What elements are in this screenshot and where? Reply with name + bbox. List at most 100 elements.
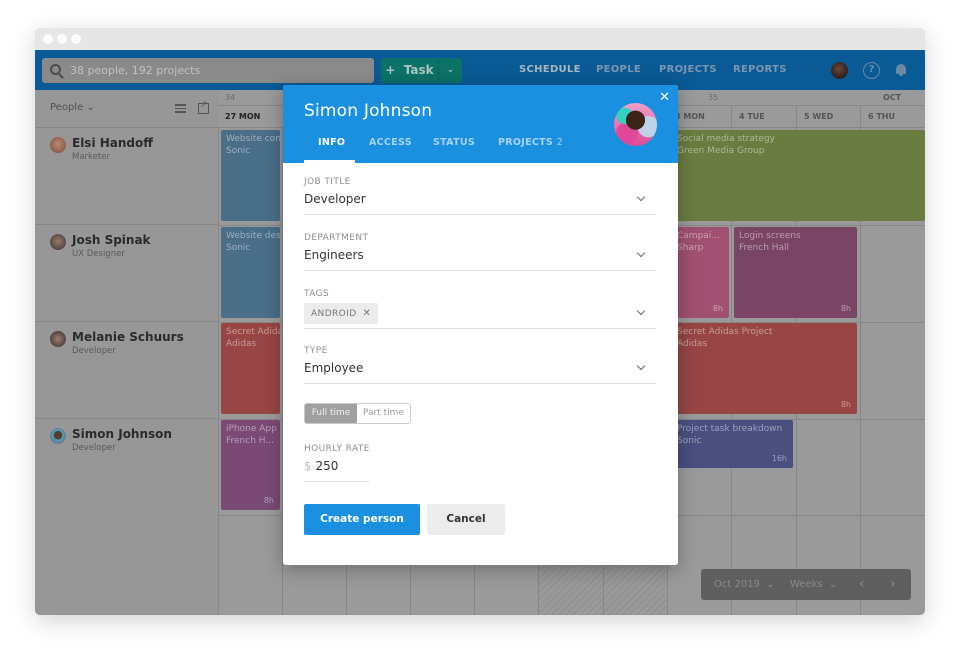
task-block[interactable]: Campai... Sharp 8h <box>669 227 729 318</box>
create-person-button[interactable]: Create person <box>304 504 420 535</box>
top-bar: 38 people, 192 projects + Task ⌄ SCHEDUL… <box>35 50 925 90</box>
avatar <box>50 137 66 153</box>
person-name[interactable]: Elsi Handoff <box>72 136 153 150</box>
view-dropdown[interactable]: Weeks ⌄ <box>790 569 837 600</box>
avatar <box>50 331 66 347</box>
department-select[interactable]: Engineers <box>304 248 656 266</box>
hourly-rate-field[interactable]: HOURLY RATE $ 250 <box>304 444 369 482</box>
task-hours: 16h <box>771 454 787 463</box>
period-label: Oct 2019 <box>714 579 760 590</box>
type-select[interactable]: Employee <box>304 361 656 379</box>
external-link-icon[interactable] <box>198 100 209 114</box>
task-title: Secret Adidas <box>226 327 280 337</box>
modal-header: Simon Johnson ✕ INFO ACCESS STATUS PROJE… <box>283 85 678 163</box>
tab-access[interactable]: ACCESS <box>369 137 412 148</box>
person-name[interactable]: Melanie Schuurs <box>72 330 184 344</box>
add-task-button[interactable]: + Task ⌄ <box>381 58 462 83</box>
task-block[interactable]: Website desig Sonic <box>221 227 280 318</box>
task-client: Sonic <box>226 243 251 253</box>
tab-projects-count: 2 <box>556 137 564 148</box>
modal-title: Simon Johnson <box>304 101 433 121</box>
help-icon[interactable]: ? <box>863 62 880 79</box>
tag-chip[interactable]: ANDROID ✕ <box>304 303 379 324</box>
task-block[interactable]: Project task breakdown Sonic 16h <box>669 420 793 468</box>
field-label: HOURLY RATE <box>304 444 370 454</box>
nav-projects[interactable]: PROJECTS <box>659 50 717 90</box>
plus-icon: + <box>385 63 396 77</box>
task-client: French Hall <box>739 243 790 253</box>
part-time-option[interactable]: Part time <box>357 404 410 423</box>
task-block[interactable]: Website conte Sonic <box>221 130 280 221</box>
employment-toggle: Full time Part time <box>304 403 411 424</box>
hourly-rate-input[interactable]: $ 250 <box>304 459 369 477</box>
nav-reports[interactable]: REPORTS <box>733 50 787 90</box>
job-title-field[interactable]: JOB TITLE Developer <box>304 177 656 215</box>
view-label: Weeks <box>790 579 823 590</box>
search-input[interactable]: 38 people, 192 projects <box>42 58 374 83</box>
bell-icon[interactable] <box>895 63 907 76</box>
person-row[interactable]: Josh Spinak UX Designer <box>35 225 218 322</box>
tab-projects-label: PROJECTS <box>498 137 554 148</box>
field-underline <box>304 481 369 482</box>
window-maximize-button[interactable] <box>71 34 81 44</box>
tab-info[interactable]: INFO <box>318 137 345 148</box>
avatar <box>50 428 66 444</box>
task-hours: 8h <box>840 400 851 409</box>
cancel-button[interactable]: Cancel <box>427 504 505 535</box>
user-avatar[interactable] <box>831 62 848 79</box>
add-task-label: Task <box>403 63 434 77</box>
department-field[interactable]: DEPARTMENT Engineers <box>304 233 656 271</box>
person-name[interactable]: Josh Spinak <box>72 233 151 247</box>
field-label: DEPARTMENT <box>304 233 369 243</box>
type-field[interactable]: TYPE Employee <box>304 346 656 384</box>
hourly-rate-value: 250 <box>315 459 339 473</box>
avatar[interactable] <box>614 103 657 146</box>
tab-status[interactable]: STATUS <box>433 137 475 148</box>
field-underline <box>304 328 656 329</box>
field-label: TYPE <box>304 346 328 356</box>
field-underline <box>304 270 656 271</box>
nav-people[interactable]: PEOPLE <box>596 50 641 90</box>
task-block[interactable]: Secret Adidas Project Adidas 8h <box>669 323 857 414</box>
task-client: Sharp <box>677 243 704 253</box>
person-role: UX Designer <box>72 249 125 259</box>
period-dropdown[interactable]: Oct 2019 ⌄ <box>714 569 775 600</box>
field-label: JOB TITLE <box>304 177 351 187</box>
tags-field[interactable]: TAGS ANDROID ✕ <box>304 289 656 329</box>
person-role: Marketer <box>72 152 110 162</box>
search-placeholder: 38 people, 192 projects <box>70 64 201 77</box>
nav-schedule[interactable]: SCHEDULE <box>519 50 581 90</box>
task-client: Sonic <box>677 436 702 446</box>
task-block[interactable]: Social media strategy Green Media Group <box>669 130 925 221</box>
list-sort-icon[interactable] <box>175 104 186 114</box>
next-arrow-icon[interactable]: › <box>890 569 896 600</box>
task-title: Campai... <box>677 231 720 241</box>
tab-projects[interactable]: PROJECTS 2 <box>498 137 563 148</box>
task-block[interactable]: Login screens French Hall 8h <box>734 227 857 318</box>
add-task-main[interactable]: + Task <box>381 58 438 83</box>
person-row[interactable]: Elsi Handoff Marketer <box>35 128 218 225</box>
full-time-option[interactable]: Full time <box>305 404 357 423</box>
close-icon[interactable]: ✕ <box>659 90 670 105</box>
chevron-down-icon[interactable]: ⌄ <box>439 58 462 83</box>
day-header: 6 THU <box>860 106 925 128</box>
task-client: Adidas <box>226 339 257 349</box>
week-label: 34 <box>225 93 236 102</box>
person-row[interactable]: Melanie Schuurs Developer <box>35 322 218 419</box>
person-row[interactable]: Simon Johnson Developer <box>35 419 218 516</box>
week-label: 35 <box>708 93 719 102</box>
chevron-down-icon[interactable] <box>636 306 646 316</box>
task-block[interactable]: Secret Adidas Adidas <box>221 323 280 414</box>
window-close-button[interactable] <box>43 34 53 44</box>
job-title-select[interactable]: Developer <box>304 192 656 210</box>
task-title: Project task breakdown <box>677 424 783 434</box>
person-name[interactable]: Simon Johnson <box>72 427 172 441</box>
window-minimize-button[interactable] <box>57 34 67 44</box>
remove-tag-icon[interactable]: ✕ <box>363 308 372 319</box>
avatar <box>50 234 66 250</box>
task-block[interactable]: iPhone App French H... 8h <box>221 420 280 510</box>
people-filter-dropdown[interactable]: People ⌄ <box>50 102 95 113</box>
day-header: 4 TUE <box>731 106 796 128</box>
prev-arrow-icon[interactable]: ‹ <box>859 569 865 600</box>
task-client: French H... <box>226 436 274 446</box>
